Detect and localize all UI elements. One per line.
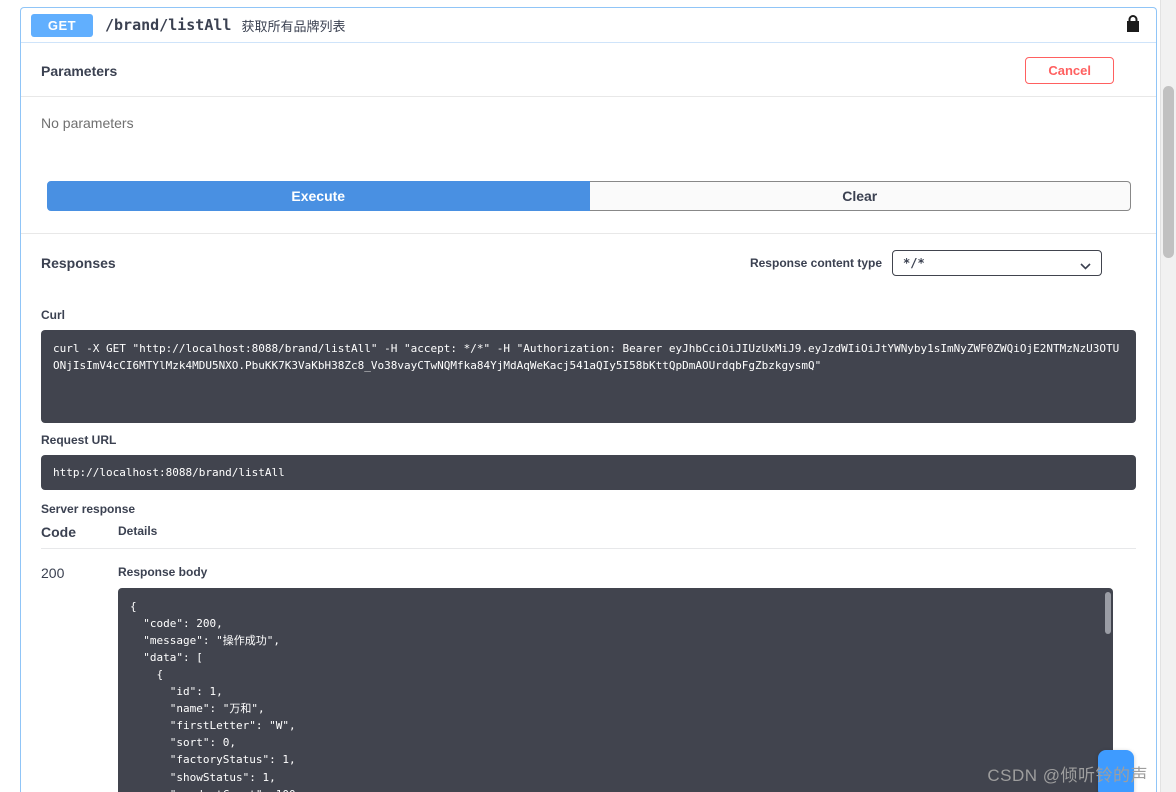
floating-widget-button[interactable] — [1098, 750, 1134, 792]
response-body-scroll-thumb[interactable] — [1105, 592, 1111, 635]
responses-header: Responses Response content type */* — [21, 234, 1156, 290]
endpoint-description: 获取所有品牌列表 — [241, 18, 346, 34]
status-code: 200 — [41, 565, 65, 582]
response-details: Response body { "code": 200, "message": … — [118, 565, 1136, 792]
endpoint-path: /brand/listAll — [105, 16, 232, 34]
request-url-label: Request URL — [41, 433, 117, 447]
response-body-wrap: { "code": 200, "message": "操作成功", "data"… — [118, 588, 1113, 792]
page-scrollbar[interactable] — [1160, 0, 1176, 792]
response-row-200: 200 Response body { "code": 200, "messag… — [41, 549, 1136, 792]
no-parameters-text: No parameters — [41, 115, 134, 131]
page-scroll-thumb[interactable] — [1163, 86, 1174, 258]
details-column-header: Details — [118, 524, 158, 539]
parameters-title: Parameters — [41, 62, 118, 79]
chevron-down-icon — [1080, 259, 1091, 273]
operation-header[interactable]: GET /brand/listAll 获取所有品牌列表 — [21, 8, 1156, 43]
response-body-label: Response body — [118, 565, 208, 580]
authorize-lock-button[interactable] — [1120, 13, 1146, 37]
cancel-button[interactable]: Cancel — [1025, 57, 1114, 84]
response-table-header: Code Details — [41, 524, 1136, 550]
clear-button[interactable]: Clear — [589, 181, 1131, 211]
execute-row: Execute Clear — [47, 181, 1131, 211]
request-url: http://localhost:8088/brand/listAll — [41, 455, 1136, 491]
responses-title: Responses — [41, 255, 116, 271]
server-response-label: Server response — [41, 502, 136, 517]
curl-command[interactable]: curl -X GET "http://localhost:8088/brand… — [41, 330, 1136, 423]
parameters-body: No parameters — [21, 97, 1156, 163]
response-content-type-label: Response content type — [749, 256, 882, 270]
response-content-type: Response content type */* — [750, 250, 1102, 276]
curl-label: Curl — [41, 308, 65, 322]
code-column-header: Code — [41, 524, 76, 541]
server-response-table: Code Details 200 Response body { "code":… — [41, 524, 1136, 792]
response-body[interactable]: { "code": 200, "message": "操作成功", "data"… — [118, 588, 1113, 792]
lock-icon — [1126, 15, 1140, 35]
execute-button[interactable]: Execute — [47, 181, 590, 211]
content-type-value: */* — [903, 256, 925, 270]
responses-body: Curl curl -X GET "http://localhost:8088/… — [21, 290, 1156, 792]
opblock-get: GET /brand/listAll 获取所有品牌列表 Parameters C… — [20, 7, 1157, 792]
parameters-header: Parameters Cancel — [21, 43, 1156, 97]
method-badge: GET — [31, 13, 93, 37]
content-type-select[interactable]: */* — [892, 250, 1102, 276]
